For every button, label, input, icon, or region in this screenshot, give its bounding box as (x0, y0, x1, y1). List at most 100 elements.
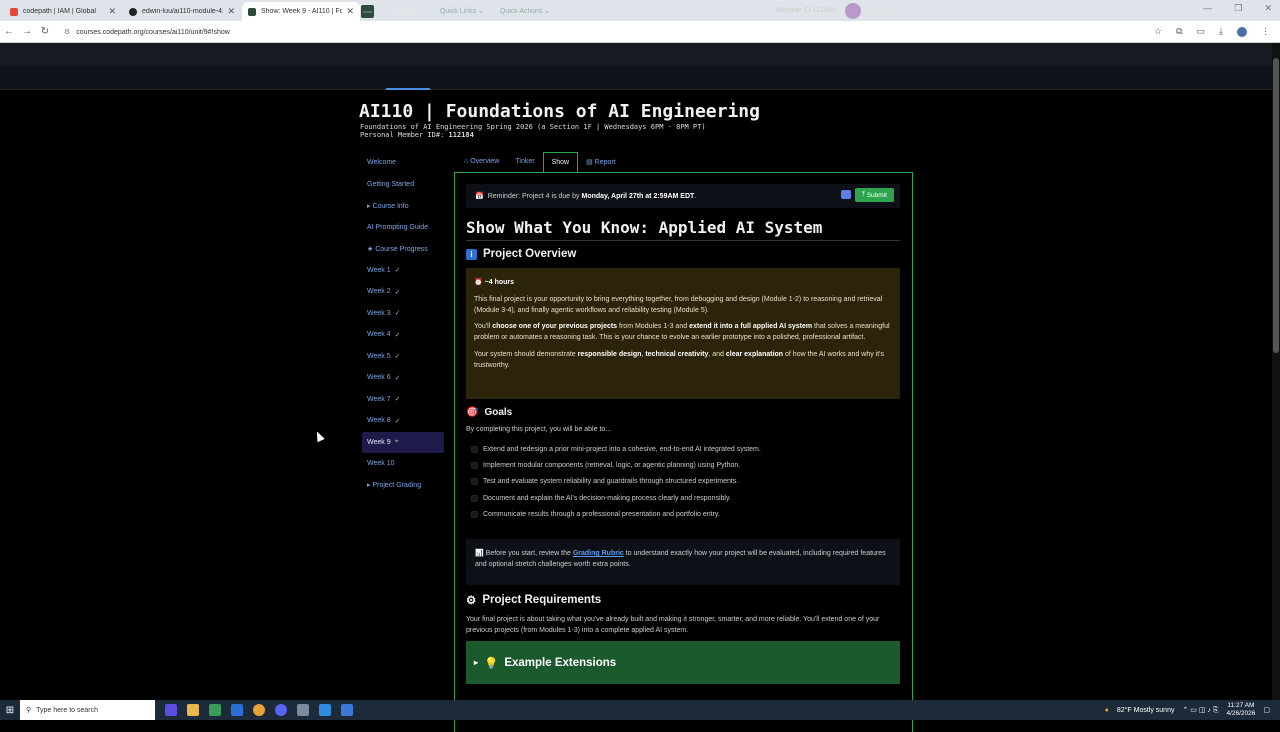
text: from Modules 1-3 and (617, 323, 689, 330)
browser-actions: ☆ ⧉ ▭ ⤓ ⋮ (1154, 26, 1270, 37)
grading-rubric-link[interactable]: Grading Rubric (573, 550, 624, 557)
sidebar-item-week-1[interactable]: Week 1✓ (362, 260, 444, 282)
profile-icon[interactable] (1237, 27, 1247, 37)
heading-text: Goals (484, 407, 512, 418)
sidebar-item-label: Week 2 (367, 288, 391, 295)
tray-icons[interactable]: ⌃ ▭ ◫ ♪ ⎘ (1182, 706, 1218, 715)
sidebar-item-week-10[interactable]: Week 10 (362, 453, 444, 475)
minimize-icon[interactable]: — (1203, 3, 1212, 14)
target-icon: 🎯 (466, 407, 478, 418)
user-menu[interactable]: Edwin Luu ⌄ (845, 3, 910, 19)
title-divider (466, 240, 900, 241)
subnav-label: Quick Actions (500, 8, 542, 15)
personal-member-id: Personal Member ID#: 112184 (360, 131, 706, 139)
goal-item[interactable]: Communicate results through a profession… (471, 506, 761, 522)
sidebar-item-week-4[interactable]: Week 4✓ (362, 324, 444, 346)
browser-tab-codepath-iam[interactable]: codepath | IAM | Global ✕ (4, 2, 122, 21)
app-icon[interactable] (165, 704, 177, 716)
file-explorer-icon[interactable] (187, 704, 199, 716)
mail-icon[interactable] (231, 704, 243, 716)
app-icon[interactable] (297, 704, 309, 716)
bookmark-star-icon[interactable]: ☆ (1154, 26, 1162, 37)
subnav-courses[interactable]: Courses ⌄ (390, 7, 424, 15)
subnav-quick-actions[interactable]: Quick Actions ⌄ (500, 7, 550, 15)
subnav-quick-links[interactable]: Quick Links ⌄ (440, 7, 484, 15)
sidebar-item-week-9[interactable]: Week 9⌖ (362, 432, 444, 454)
tab-overview[interactable]: ⌂ Overview (456, 152, 507, 173)
requirements-paragraph: Your final project is about taking what … (466, 614, 900, 636)
goal-item[interactable]: Implement modular components (retrieval,… (471, 457, 761, 473)
forward-icon[interactable]: → (18, 26, 36, 37)
close-window-icon[interactable]: ✕ (1264, 3, 1272, 14)
browser-tab-github[interactable]: edwin-luu/ai110-module-4: Ev ✕ (123, 2, 241, 21)
url-field[interactable]: ⚙courses.codepath.org/courses/ai110/unit… (64, 28, 1154, 36)
tab-report[interactable]: ▤ Report (578, 152, 624, 173)
sidebar-item-week-6[interactable]: Week 6✓ (362, 367, 444, 389)
page-title: AI110 | Foundations of AI Engineering (359, 101, 760, 122)
tab-title: Show: Week 9 - AI110 | Founda (261, 8, 342, 15)
site-info-icon[interactable]: ⚙ (64, 29, 70, 36)
sidepanel-icon[interactable]: ▭ (1197, 26, 1206, 37)
chat-icon[interactable] (841, 190, 851, 199)
chart-icon: 📊 (475, 550, 484, 557)
app-icon[interactable] (341, 704, 353, 716)
back-icon[interactable]: ← (0, 26, 18, 37)
goal-item[interactable]: Extend and redesign a prior mini-project… (471, 441, 761, 457)
app-icon[interactable] (209, 704, 221, 716)
reload-icon[interactable]: ↻ (36, 26, 54, 37)
address-bar: ← → ↻ ⚙courses.codepath.org/courses/ai11… (0, 21, 1280, 43)
sidebar-item-getting-started[interactable]: Getting Started (362, 174, 444, 196)
goal-item[interactable]: Test and evaluate system reliability and… (471, 474, 761, 490)
browser-tab-course[interactable]: Show: Week 9 - AI110 | Founda ✕ (242, 2, 360, 21)
sidebar-item-course-info[interactable]: ▸ Course Info (362, 195, 444, 217)
checkbox[interactable] (471, 462, 478, 469)
codepath-logo-icon[interactable]: CODE (361, 5, 374, 18)
sidebar-item-project-grading[interactable]: ▸ Project Grading (362, 475, 444, 497)
member-value: 112184 (449, 131, 474, 139)
vscode-icon[interactable] (319, 704, 331, 716)
extensions-icon[interactable]: ⧉ (1176, 26, 1182, 37)
time-estimate-text: ~4 hours (485, 279, 514, 286)
notification-icon[interactable]: ▢ (1263, 706, 1270, 714)
restore-icon[interactable]: ❐ (1234, 3, 1242, 14)
submit-button[interactable]: ⤒ Submit (855, 188, 894, 202)
sidebar-item-course-progress[interactable]: ★ Course Progress (362, 238, 444, 260)
tab-tinker[interactable]: Tinker (507, 152, 542, 173)
location-pin-icon: ⌖ (395, 438, 399, 446)
active-subnav-indicator (386, 88, 430, 90)
sidebar-item-week-3[interactable]: Week 3✓ (362, 303, 444, 325)
checkbox[interactable] (471, 495, 478, 502)
discord-icon[interactable] (275, 704, 287, 716)
taskbar-search[interactable]: ⚲ Type here to search (20, 700, 155, 720)
sidebar-item-welcome[interactable]: Welcome (362, 152, 444, 174)
tab-show[interactable]: Show (543, 152, 579, 173)
download-icon[interactable]: ⤓ (1219, 26, 1223, 37)
sidebar-item-week-5[interactable]: Week 5✓ (362, 346, 444, 368)
menu-dots-icon[interactable]: ⋮ (1261, 26, 1270, 37)
goal-item[interactable]: Document and explain the AI's decision-m… (471, 490, 761, 506)
sidebar-item-label: ▸ Course Info (367, 202, 409, 210)
close-icon[interactable]: ✕ (346, 6, 354, 17)
weather-text[interactable]: 82°F Mostly sunny (1117, 707, 1175, 714)
chrome-icon[interactable] (253, 704, 265, 716)
scrollbar-thumb[interactable] (1273, 58, 1279, 353)
example-extensions-toggle[interactable]: ▸ 💡 Example Extensions (466, 641, 900, 684)
sidebar-item-ai-prompting-guide[interactable]: AI Prompting Guide (362, 217, 444, 239)
sidebar-item-week-7[interactable]: Week 7✓ (362, 389, 444, 411)
check-icon: ✓ (395, 309, 401, 317)
checkbox[interactable] (471, 478, 478, 485)
checkbox[interactable] (471, 511, 478, 518)
windows-start-icon[interactable]: ⊞ (0, 700, 20, 720)
time-estimate: ⏰ ~4 hours (474, 277, 892, 288)
sidebar-item-week-2[interactable]: Week 2✓ (362, 281, 444, 303)
check-icon: ✓ (395, 417, 401, 425)
close-icon[interactable]: ✕ (108, 6, 116, 17)
tab-title: edwin-luu/ai110-module-4: Ev (142, 8, 223, 15)
close-icon[interactable]: ✕ (227, 6, 235, 17)
emphasis: technical creativity (645, 351, 708, 358)
gear-icon: ⚙ (466, 593, 476, 607)
clock[interactable]: 11:27 AM 4/26/2026 (1226, 702, 1255, 718)
checkbox[interactable] (471, 446, 478, 453)
sidebar-item-week-8[interactable]: Week 8✓ (362, 410, 444, 432)
codepath-favicon-icon (248, 8, 256, 16)
